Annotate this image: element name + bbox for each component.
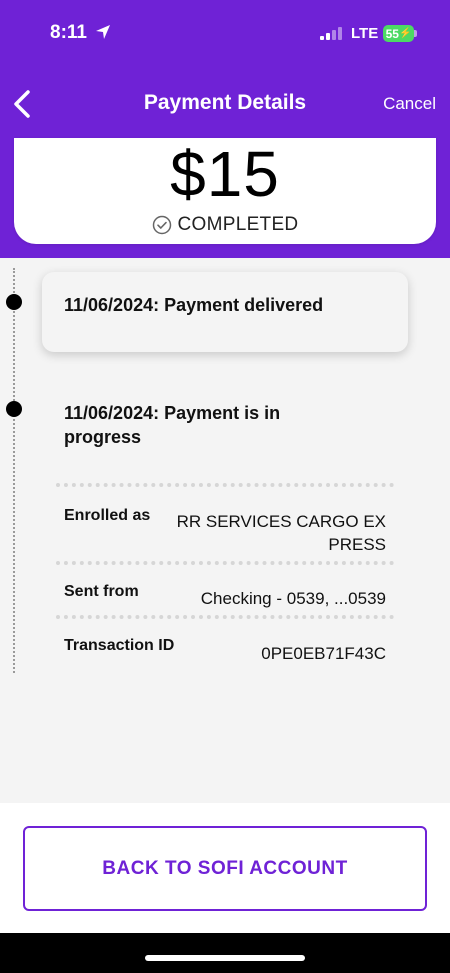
back-to-sofi-account-button[interactable]: BACK TO SOFI ACCOUNT [23, 826, 427, 911]
sent-from-value: Checking - 0539, ...0539 [200, 589, 386, 608]
timeline-event-delivered: 11/06/2024: Payment delivered [64, 295, 324, 315]
amount-card: $15 COMPLETED [14, 138, 436, 244]
transaction-id-value: 0PE0EB71F43C [261, 644, 386, 663]
enrolled-value-line2: PRESS [328, 535, 386, 554]
divider [56, 483, 394, 487]
enrolled-value-line1: RR SERVICES CARGO EX [176, 512, 386, 531]
enrolled-label: Enrolled as [64, 507, 151, 524]
battery-icon: 55 ⚡ [383, 25, 414, 42]
cancel-button[interactable]: Cancel [383, 94, 436, 114]
battery-level: 55 [385, 26, 399, 41]
timeline-event-in-progress: 11/06/2024: Payment is in progress [64, 403, 281, 447]
home-indicator[interactable] [145, 955, 305, 961]
timeline-dot [6, 401, 22, 417]
divider [56, 561, 394, 565]
home-bar-area [0, 933, 450, 973]
divider [56, 615, 394, 619]
network-type: LTE [351, 25, 379, 42]
cellular-signal-icon [320, 27, 344, 40]
payment-amount: $15 [170, 138, 280, 210]
timeline-line [13, 268, 15, 673]
check-circle-icon [152, 215, 171, 235]
status-text: COMPLETED [177, 214, 299, 235]
location-arrow-icon [96, 25, 110, 39]
transaction-id-label: Transaction ID [64, 637, 175, 654]
sent-from-label: Sent from [64, 583, 139, 600]
status-bar: 8:11 LTE 55 ⚡ [0, 0, 450, 70]
battery-cap [414, 30, 417, 37]
payment-status: COMPLETED [14, 214, 436, 236]
status-time: 8:11 [50, 22, 87, 43]
timeline-dot [6, 294, 22, 310]
enrolled-value: RR SERVICES CARGO EX PRESS [177, 510, 386, 556]
